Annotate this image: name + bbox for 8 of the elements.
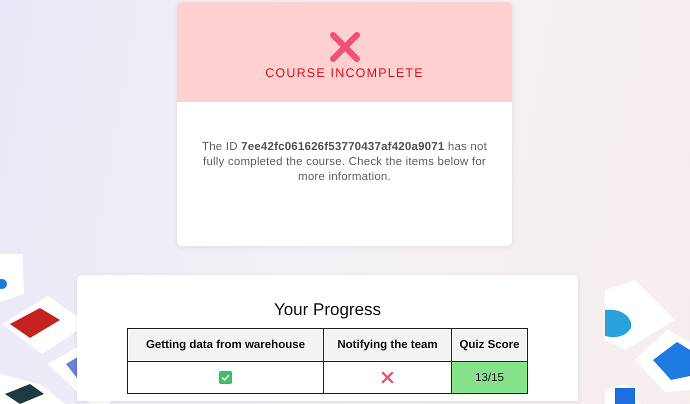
score-cell: 13/15: [452, 362, 528, 394]
column-header: Notifying the team: [324, 328, 452, 362]
result-message: The ID 7ee42fc061626f53770437af420a9071 has not fully completed the course. Check the items below for more information.: [200, 140, 488, 185]
result-title: COURSE INCOMPLETE: [265, 66, 424, 80]
cross-icon: [328, 30, 362, 64]
progress-title: Your Progress: [274, 300, 382, 320]
column-header: Getting data from warehouse: [128, 328, 324, 362]
column-header: Quiz Score: [452, 328, 528, 362]
